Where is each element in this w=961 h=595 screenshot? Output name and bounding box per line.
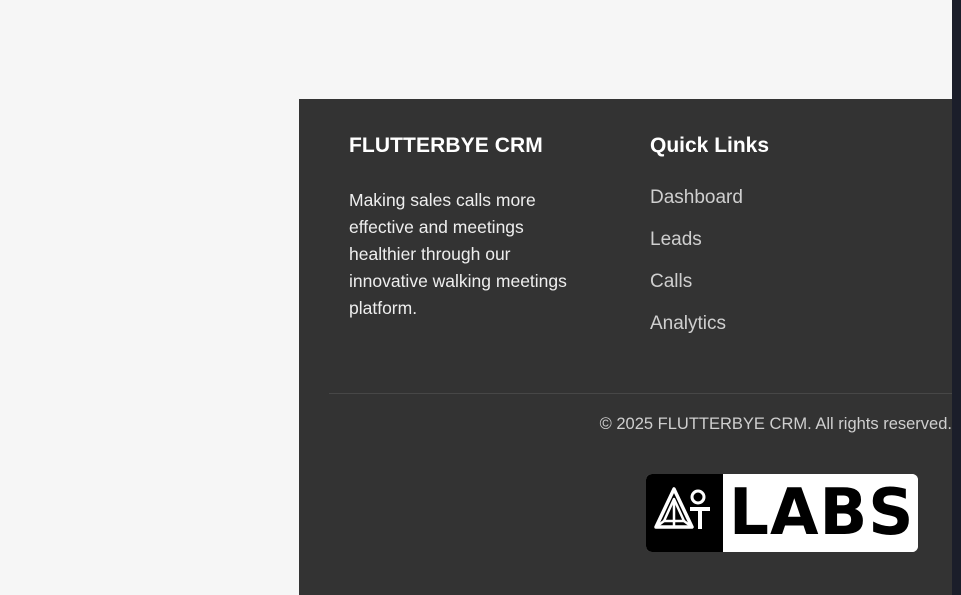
footer-copyright: © 2025 FLUTTERBYE CRM. All rights reserv… [599,415,952,433]
quick-link-item: Dashboard [650,188,930,230]
quick-links-list: Dashboard Leads Calls Analytics [650,188,930,356]
footer-divider [329,393,952,394]
labs-logo-text: LABS [728,476,915,550]
labs-logo-text-area: LABS [722,474,918,552]
quick-link-leads[interactable]: Leads [650,230,702,250]
labs-logo[interactable]: LABS [646,474,918,552]
quick-link-item: Calls [650,272,930,314]
quick-link-calls[interactable]: Calls [650,272,692,292]
page: FLUTTERBYE CRM Making sales calls more e… [0,0,961,595]
quick-link-dashboard[interactable]: Dashboard [650,188,743,208]
quick-link-item: Leads [650,230,930,272]
footer-brand-title: FLUTTERBYE CRM [349,134,543,157]
quick-links-title: Quick Links [650,134,770,157]
site-footer: FLUTTERBYE CRM Making sales calls more e… [299,99,952,595]
footer-quick-links-section: Quick Links Dashboard Leads Calls Analyt… [650,133,930,356]
quick-link-item: Analytics [650,314,930,356]
footer-brand-description: Making sales calls more effective and me… [349,190,567,318]
window-edge-strip [952,0,961,595]
quick-link-analytics[interactable]: Analytics [650,314,726,334]
footer-brand-section: FLUTTERBYE CRM Making sales calls more e… [349,133,609,322]
triangle-logo-icon [646,474,723,552]
